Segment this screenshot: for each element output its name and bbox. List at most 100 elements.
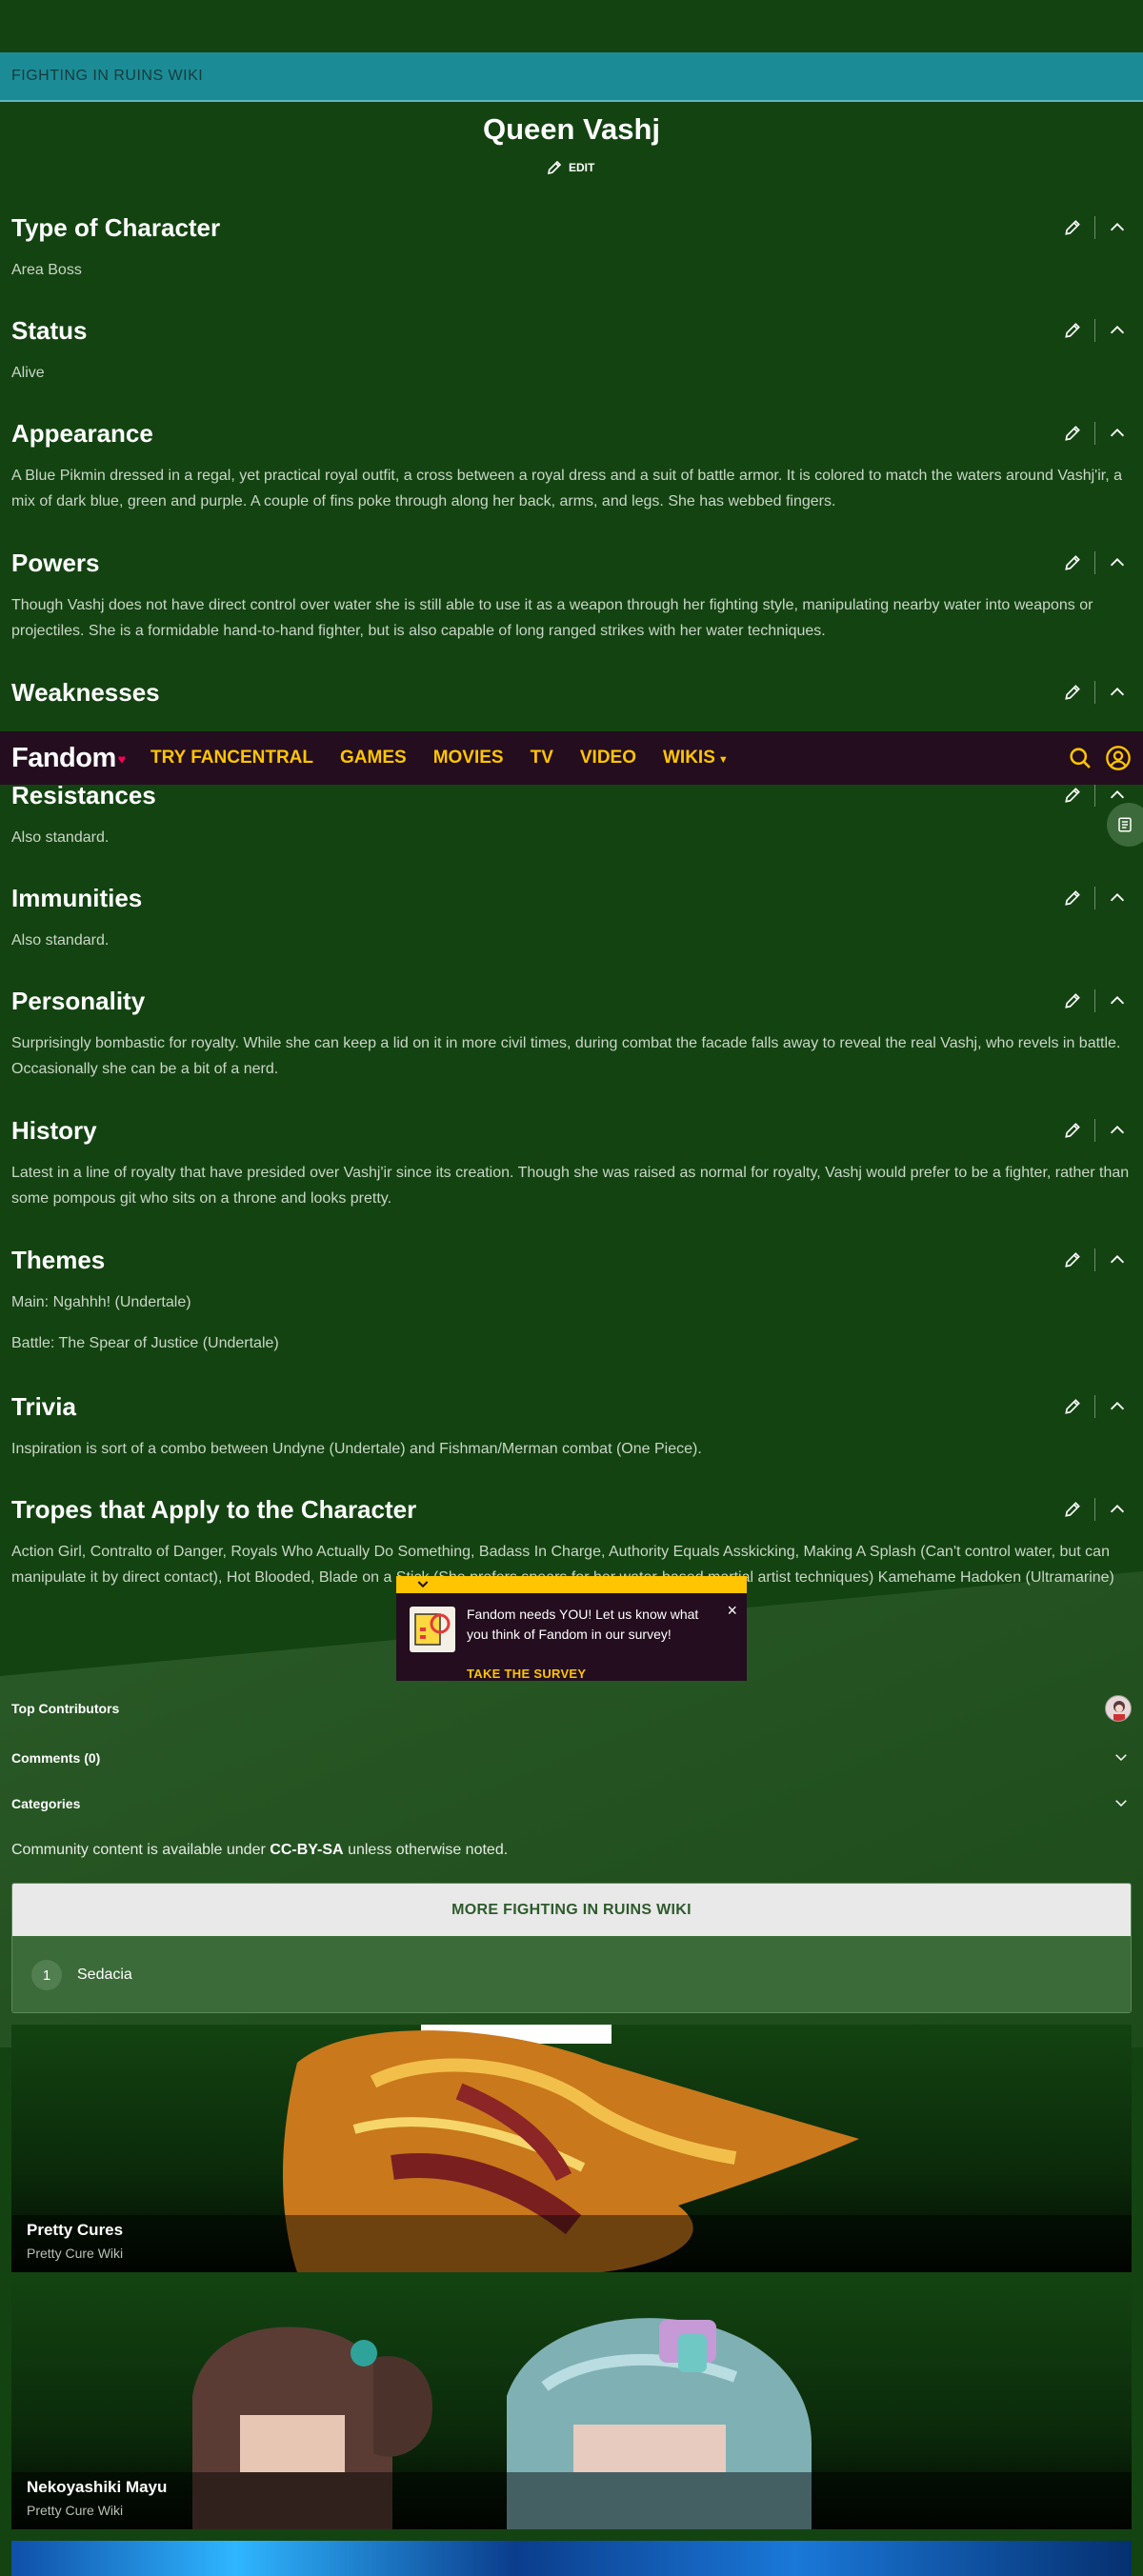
nav-link-video[interactable]: VIDEO	[580, 748, 636, 769]
collapse-button[interactable]	[1103, 1246, 1132, 1274]
section-themes: Themes Main: Ngahhh! (Undertale) Battle:…	[11, 1242, 1132, 1356]
chevron-down-icon[interactable]	[415, 1576, 431, 1591]
nav-link-games[interactable]: GAMES	[340, 748, 407, 769]
collapse-button[interactable]	[1103, 678, 1132, 707]
fandom-logo[interactable]: Fandom ♥	[11, 743, 126, 774]
divider	[1094, 319, 1095, 342]
section-text: Surprisingly bombastic for royalty. Whil…	[11, 1035, 1121, 1077]
fandom-global-nav: Fandom ♥ TRY FANCENTRAL GAMES MOVIES TV V…	[0, 731, 1143, 785]
table-of-contents-button[interactable]	[1107, 803, 1143, 847]
collapse-button[interactable]	[1103, 1495, 1132, 1524]
categories-label: Categories	[11, 1796, 81, 1811]
section-weaknesses: Weaknesses	[11, 674, 1132, 712]
wiki-name[interactable]: FIGHTING IN RUINS WIKI	[11, 68, 203, 85]
collapse-button[interactable]	[1103, 884, 1132, 912]
divider	[1094, 551, 1095, 574]
section-text: Area Boss	[11, 262, 82, 278]
nav-links: TRY FANCENTRAL GAMES MOVIES TV VIDEO WIK…	[150, 731, 755, 785]
chevron-up-icon	[1110, 558, 1125, 567]
divider	[1094, 1119, 1095, 1142]
section-text: Also standard.	[11, 932, 110, 949]
chevron-down-icon	[1115, 1800, 1127, 1807]
categories-row[interactable]: Categories	[11, 1790, 1132, 1817]
license-prefix: Community content is available under	[11, 1842, 266, 1858]
pencil-icon	[1065, 323, 1080, 338]
chevron-up-icon	[1110, 893, 1125, 902]
chevron-up-icon	[1110, 688, 1125, 696]
user-icon[interactable]	[1105, 745, 1132, 771]
collapse-button[interactable]	[1103, 213, 1132, 242]
edit-button[interactable]: EDIT	[546, 159, 594, 176]
collapse-button[interactable]	[1103, 419, 1132, 448]
chevron-up-icon	[1110, 1402, 1125, 1410]
collapse-button[interactable]	[1103, 1392, 1132, 1421]
license-link[interactable]: CC-BY-SA	[270, 1842, 343, 1858]
nav-link-fancentral[interactable]: TRY FANCENTRAL	[150, 748, 313, 769]
section-personality: Personality Surprisingly bombastic for r…	[11, 983, 1132, 1082]
pencil-icon	[1065, 1399, 1080, 1414]
pencil-icon	[1065, 426, 1080, 441]
pencil-icon	[1065, 685, 1080, 700]
card-subtitle: Pretty Cure Wiki	[27, 2246, 124, 2261]
section-edit-button[interactable]	[1058, 213, 1087, 242]
comments-label: Comments (0)	[11, 1750, 101, 1766]
section-edit-button[interactable]	[1058, 419, 1087, 448]
card-title: Nekoyashiki Mayu	[27, 2478, 168, 2496]
chevron-up-icon	[1110, 1126, 1125, 1134]
section-edit-button[interactable]	[1058, 1392, 1087, 1421]
nav-link-wikis-label: WIKIS	[663, 748, 715, 768]
section-title: Powers	[11, 549, 100, 577]
section-edit-button[interactable]	[1058, 987, 1087, 1015]
top-contributors-label: Top Contributors	[11, 1701, 120, 1716]
comments-row[interactable]: Comments (0)	[11, 1745, 1132, 1771]
collapse-button[interactable]	[1103, 549, 1132, 577]
pencil-icon	[1065, 555, 1080, 570]
divider	[1094, 784, 1095, 807]
section-title: Weaknesses	[11, 678, 160, 707]
section-edit-button[interactable]	[1058, 1246, 1087, 1274]
section-edit-button[interactable]	[1058, 1495, 1087, 1524]
list-item[interactable]: 1 Sedacia	[12, 1936, 1131, 2012]
collapse-button[interactable]	[1103, 316, 1132, 345]
section-title: Themes	[11, 1246, 106, 1274]
section-history: History Latest in a line of royalty that…	[11, 1112, 1132, 1211]
nav-link-wikis[interactable]: WIKIS ▼	[663, 748, 729, 769]
more-wiki-box: MORE FIGHTING IN RUINS WIKI 1 Sedacia	[11, 1883, 1132, 2013]
chevron-up-icon	[1110, 429, 1125, 437]
section-text: Main: Ngahhh! (Undertale)	[11, 1294, 191, 1310]
nav-link-tv[interactable]: TV	[531, 748, 553, 769]
section-text: Inspiration is sort of a combo between U…	[11, 1441, 702, 1457]
pencil-icon	[1065, 1502, 1080, 1517]
avatar[interactable]	[1105, 1695, 1132, 1722]
recommendation-card[interactable]: Pretty Cures Pretty Cure Wiki	[11, 2025, 1132, 2272]
recommendation-card[interactable]: Nekoyashiki Mayu Pretty Cure Wiki	[11, 2282, 1132, 2529]
section-edit-button[interactable]	[1058, 678, 1087, 707]
section-edit-button[interactable]	[1058, 781, 1087, 809]
survey-popup: Fandom needs YOU! Let us know what you t…	[396, 1576, 747, 1681]
section-text: Though Vashj does not have direct contro…	[11, 597, 1093, 639]
section-edit-button[interactable]	[1058, 316, 1087, 345]
section-edit-button[interactable]	[1058, 549, 1087, 577]
survey-message: Fandom needs YOU! Let us know what you t…	[467, 1607, 699, 1642]
recommendation-card[interactable]	[11, 2541, 1132, 2576]
chevron-up-icon	[1110, 1255, 1125, 1264]
pencil-icon	[1065, 1123, 1080, 1138]
search-icon[interactable]	[1067, 745, 1093, 771]
collapse-button[interactable]	[1103, 987, 1132, 1015]
section-edit-button[interactable]	[1058, 1116, 1087, 1145]
nav-link-movies[interactable]: MOVIES	[433, 748, 504, 769]
take-survey-link[interactable]: TAKE THE SURVEY	[467, 1667, 586, 1681]
heart-icon: ♥	[117, 751, 126, 768]
section-text: Latest in a line of royalty that have pr…	[11, 1165, 1130, 1207]
pencil-icon	[1065, 1252, 1080, 1268]
section-title: Appearance	[11, 419, 153, 448]
section-title: History	[11, 1116, 97, 1145]
section-edit-button[interactable]	[1058, 884, 1087, 912]
section-trivia: Trivia Inspiration is sort of a combo be…	[11, 1388, 1132, 1462]
collapse-button[interactable]	[1103, 1116, 1132, 1145]
close-icon[interactable]: ×	[727, 1601, 737, 1621]
section-title: Status	[11, 316, 88, 345]
page-title: Queen Vashj	[482, 112, 661, 146]
section-resistances: Resistances Also standard.	[11, 777, 1132, 850]
divider	[1094, 1498, 1095, 1521]
